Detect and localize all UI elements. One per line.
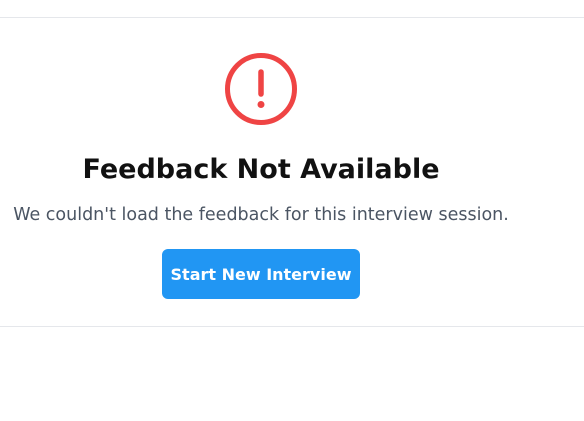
feedback-unavailable-card: Feedback Not Available We couldn't load … [0, 17, 584, 327]
error-message: We couldn't load the feedback for this i… [13, 205, 509, 225]
page-title: Feedback Not Available [82, 154, 440, 185]
feedback-page: Feedback Not Available We couldn't load … [0, 0, 584, 421]
start-new-interview-button[interactable]: Start New Interview [162, 249, 360, 299]
alert-circle-icon [225, 53, 297, 125]
